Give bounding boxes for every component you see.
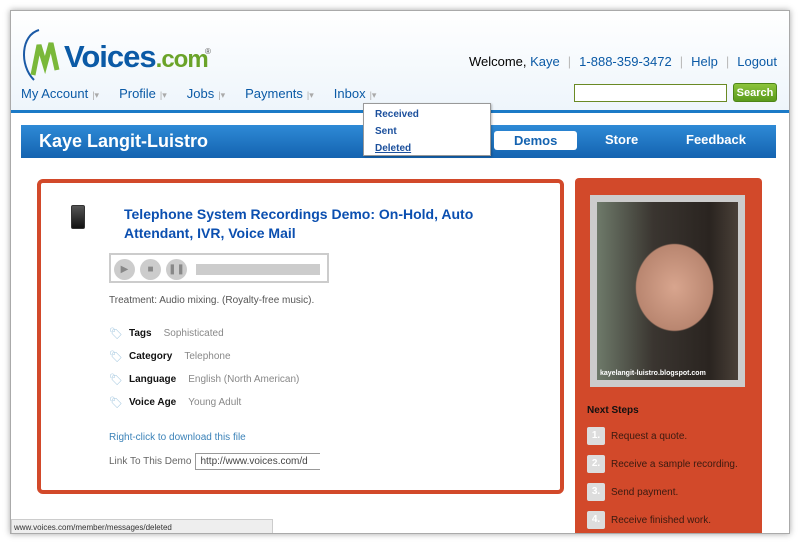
- logo-tld: .com: [155, 46, 209, 73]
- chevron-down-icon: |▾: [218, 90, 226, 100]
- meta-voice-age: 🏷 Voice Age Young Adult: [109, 397, 242, 409]
- inbox-dropdown: Received Sent Deleted: [363, 103, 491, 156]
- demo-link-input[interactable]: http://www.voices.com/d: [195, 453, 321, 470]
- sidebar: kayelangit-luistro.blogspot.com Next Ste…: [575, 178, 762, 533]
- tag-icon: 🏷: [109, 374, 123, 386]
- download-link[interactable]: Right-click to download this file: [109, 432, 246, 443]
- main-nav: My Account |▾ Profile |▾ Jobs |▾ Payments |▾…: [21, 86, 396, 101]
- meta-category: 🏷 Category Telephone: [109, 351, 231, 363]
- stop-icon[interactable]: ■: [140, 259, 161, 280]
- pause-icon[interactable]: ❚❚: [166, 259, 187, 280]
- step-item: 2. Receive a sample recording.: [587, 455, 738, 473]
- menu-item-sent[interactable]: Sent: [375, 123, 490, 140]
- demo-panel: Telephone System Recordings Demo: On-Hol…: [37, 179, 564, 494]
- photo-watermark: kayelangit-luistro.blogspot.com: [600, 370, 706, 377]
- treatment-text: Treatment: Audio mixing. (Royalty-free m…: [109, 295, 315, 306]
- top-links: Welcome, Kaye | 1-888-359-3472 | Help | Log…: [468, 54, 777, 69]
- meta-language: 🏷 Language English (North American): [109, 374, 300, 386]
- site-header: Voices.com ® Welcome, Kaye | 1-888-359-34…: [11, 11, 789, 113]
- tag-icon: 🏷: [109, 328, 123, 340]
- logo-text: Voices: [64, 39, 157, 74]
- link-to-demo: Link To This Demo http://www.voices.com/d: [109, 453, 321, 470]
- tag-icon: 🏷: [109, 351, 123, 363]
- play-icon[interactable]: ▶: [114, 259, 135, 280]
- nav-payments[interactable]: Payments |▾: [245, 86, 314, 101]
- tab-store[interactable]: Store: [605, 132, 638, 147]
- search-button[interactable]: Search: [733, 83, 777, 102]
- menu-item-received[interactable]: Received: [375, 106, 490, 123]
- profile-name: Kaye Langit-Luistro: [39, 131, 209, 151]
- step-item: 3. Send payment.: [587, 483, 678, 501]
- demo-title: Telephone System Recordings Demo: On-Hol…: [124, 206, 474, 241]
- search-input[interactable]: [574, 84, 727, 102]
- progress-track[interactable]: [196, 264, 320, 275]
- nav-profile[interactable]: Profile |▾: [119, 86, 167, 101]
- voices-logo[interactable]: Voices.com ®: [19, 25, 219, 85]
- welcome-text: Welcome,: [468, 54, 527, 69]
- tab-feedback[interactable]: Feedback: [686, 132, 746, 147]
- nav-jobs[interactable]: Jobs |▾: [187, 86, 225, 101]
- menu-item-deleted[interactable]: Deleted: [375, 140, 490, 157]
- nav-inbox[interactable]: Inbox |▾: [334, 86, 377, 101]
- tag-icon: 🏷: [109, 397, 123, 409]
- browser-window: Voices.com ® Welcome, Kaye | 1-888-359-34…: [10, 10, 790, 534]
- chevron-down-icon: |▾: [92, 90, 100, 100]
- registered-mark: ®: [205, 47, 211, 56]
- tab-demos[interactable]: Demos: [494, 131, 578, 150]
- chevron-down-icon: |▾: [369, 90, 377, 100]
- status-bar: www.voices.com/member/messages/deleted: [11, 519, 273, 533]
- meta-tags: 🏷 Tags Sophisticated: [109, 328, 224, 340]
- chevron-down-icon: |▾: [159, 90, 167, 100]
- people-logo-icon: [22, 29, 60, 81]
- link-label: Link To This Demo: [109, 456, 192, 467]
- step-item: 1. Request a quote.: [587, 427, 687, 445]
- phone-icon: [71, 205, 85, 229]
- next-steps-heading: Next Steps: [587, 405, 639, 416]
- phone-link[interactable]: 1-888-359-3472: [579, 54, 672, 69]
- profile-photo: kayelangit-luistro.blogspot.com: [590, 195, 745, 387]
- nav-my-account[interactable]: My Account |▾: [21, 86, 99, 101]
- step-item: 4. Receive finished work.: [587, 511, 711, 529]
- logout-link[interactable]: Logout: [737, 54, 777, 69]
- chevron-down-icon: |▾: [306, 90, 314, 100]
- help-link[interactable]: Help: [691, 54, 718, 69]
- audio-player: ▶ ■ ❚❚: [109, 253, 329, 283]
- user-link[interactable]: Kaye: [530, 54, 560, 69]
